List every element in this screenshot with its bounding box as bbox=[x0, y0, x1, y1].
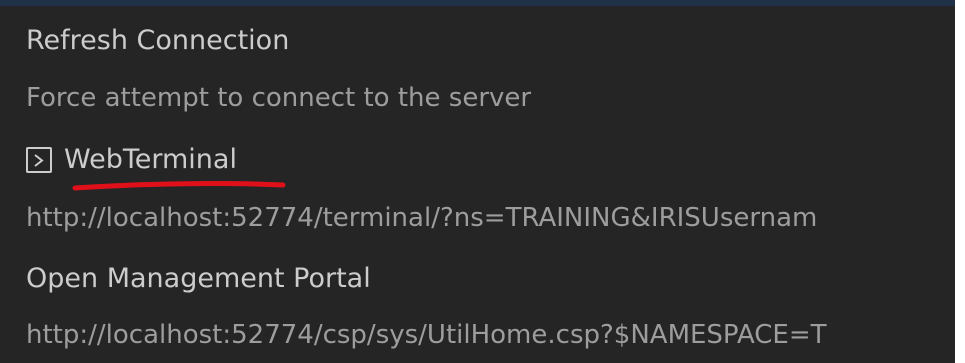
menu-item-description-text: http://localhost:52774/csp/sys/UtilHome.… bbox=[26, 320, 827, 350]
menu-item-description: Force attempt to connect to the server bbox=[26, 81, 955, 115]
red-underline-annotation bbox=[72, 181, 286, 191]
menu-item-title: Refresh Connection bbox=[26, 25, 290, 56]
terminal-icon bbox=[26, 147, 52, 173]
menu-item-webterminal[interactable]: WebTerminal bbox=[26, 143, 955, 177]
menu-item-description-text: http://localhost:52774/terminal/?ns=TRAI… bbox=[26, 203, 818, 233]
menu-item-description: http://localhost:52774/csp/sys/UtilHome.… bbox=[26, 318, 955, 352]
command-menu: Refresh Connection Force attempt to conn… bbox=[0, 0, 955, 363]
menu-item-open-management-portal[interactable]: Open Management Portal bbox=[26, 262, 955, 296]
menu-item-description: http://localhost:52774/terminal/?ns=TRAI… bbox=[26, 201, 955, 235]
menu-item-title: Open Management Portal bbox=[26, 263, 371, 294]
menu-item-description-text: Force attempt to connect to the server bbox=[26, 83, 532, 113]
menu-item-title: WebTerminal bbox=[64, 144, 237, 175]
menu-item-refresh-connection[interactable]: Refresh Connection bbox=[26, 24, 955, 58]
